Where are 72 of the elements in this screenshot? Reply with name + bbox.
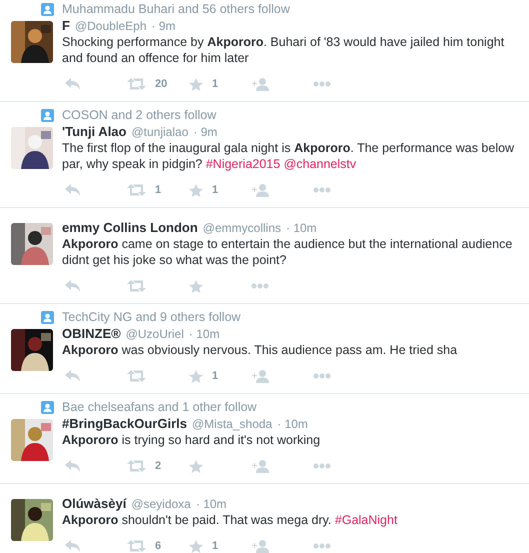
action-count: 6 — [155, 538, 162, 553]
timestamp[interactable]: · 10m — [286, 220, 317, 236]
star-icon[interactable] — [189, 280, 203, 292]
person-icon — [41, 401, 54, 414]
reply-icon[interactable] — [65, 460, 81, 472]
user-name[interactable]: 'Tunji Alao — [62, 124, 126, 140]
reply-icon[interactable] — [65, 78, 81, 90]
reply-icon[interactable] — [65, 540, 81, 552]
star-icon[interactable] — [189, 78, 203, 90]
star-icon[interactable] — [189, 540, 203, 552]
person-icon — [41, 109, 54, 122]
hashtag-link[interactable]: #GalaNight — [334, 513, 398, 527]
tweet-text: Shocking performance by Akpororo. Buhari of '83 would have jailed him tonight and found an offence for him later — [62, 34, 506, 66]
social-context[interactable]: COSON and 2 others follow — [62, 108, 216, 123]
user-handle[interactable]: @seyidoxa — [131, 496, 191, 512]
user-handle[interactable]: @DoubleEph — [74, 18, 147, 34]
retweet-icon[interactable] — [127, 460, 146, 472]
reply-icon[interactable] — [65, 370, 81, 382]
follow-icon[interactable] — [251, 184, 269, 196]
follow-icon[interactable] — [251, 540, 269, 552]
reply-icon[interactable] — [65, 280, 81, 292]
retweet-icon[interactable] — [127, 540, 146, 552]
person-icon — [41, 311, 54, 324]
retweet-icon[interactable] — [127, 184, 146, 196]
action-count: 1 — [212, 182, 218, 198]
user-name[interactable]: OBINZE® — [62, 326, 121, 342]
user-name[interactable]: F — [62, 18, 70, 34]
tweet-text: The first flop of the inaugural gala night is Akpororo. The performance was below par, why speak in pidgin? #Nigeria2015 @channelstv — [62, 140, 516, 172]
action-count: 1 — [155, 182, 162, 198]
retweet-icon[interactable] — [127, 78, 146, 90]
user-handle[interactable]: @tunjialao — [131, 124, 188, 140]
user-name[interactable]: #BringBackOurGirls — [62, 416, 187, 432]
tweet-text: Akpororo shouldn't be paid. That was mega dry. #GalaNight — [62, 512, 398, 528]
tweet-text: Akpororo was obviously nervous. This audience pass am. He tried sha — [62, 342, 458, 358]
hashtag-link[interactable]: #Nigeria2015 — [206, 157, 280, 171]
more-icon[interactable] — [313, 373, 331, 379]
action-count: 2 — [155, 458, 162, 474]
retweet-icon[interactable] — [127, 370, 146, 382]
timestamp[interactable]: · 10m — [188, 326, 220, 342]
follow-icon[interactable] — [251, 78, 269, 90]
timestamp[interactable]: · 9m — [193, 124, 218, 140]
more-icon[interactable] — [251, 283, 269, 289]
user-handle[interactable]: @emmycollins — [202, 220, 281, 236]
user-handle[interactable]: @Mista_shoda — [192, 416, 272, 432]
user-name[interactable]: Olúwàsèyí — [62, 496, 126, 512]
action-count: 20 — [155, 76, 168, 92]
tweet-text: Akpororo came on stage to entertain the audience but the international audience didnt get his joke so what was the point? — [62, 236, 514, 268]
social-context[interactable]: TechCity NG and 9 others follow — [62, 310, 241, 325]
action-count: 1 — [212, 76, 218, 92]
more-icon[interactable] — [313, 463, 331, 469]
star-icon[interactable] — [189, 460, 203, 472]
retweet-icon[interactable] — [127, 280, 146, 292]
timestamp[interactable]: · 9m — [152, 18, 176, 34]
user-name[interactable]: emmy Collins London — [62, 220, 198, 236]
timestamp[interactable]: · 10m — [277, 416, 308, 432]
reply-icon[interactable] — [65, 184, 81, 196]
star-icon[interactable] — [189, 370, 203, 382]
timestamp[interactable]: · 10m — [196, 496, 227, 512]
social-context[interactable]: Bae chelseafans and 1 other follow — [62, 400, 257, 415]
action-count: 1 — [212, 538, 218, 553]
user-handle[interactable]: @UzoUriel — [126, 326, 184, 342]
follow-icon[interactable] — [251, 370, 269, 382]
social-context[interactable]: Muhammadu Buhari and 56 others follow — [62, 2, 290, 17]
star-icon[interactable] — [189, 184, 203, 196]
action-count: 1 — [212, 368, 218, 384]
follow-icon[interactable] — [251, 460, 269, 472]
more-icon[interactable] — [313, 81, 331, 87]
more-icon[interactable] — [313, 543, 331, 549]
hashtag-link[interactable]: @channelstv — [284, 157, 356, 171]
more-icon[interactable] — [313, 187, 331, 193]
person-icon — [41, 3, 54, 16]
tweet-text: Akpororo is trying so hard and it's not working — [62, 432, 322, 448]
